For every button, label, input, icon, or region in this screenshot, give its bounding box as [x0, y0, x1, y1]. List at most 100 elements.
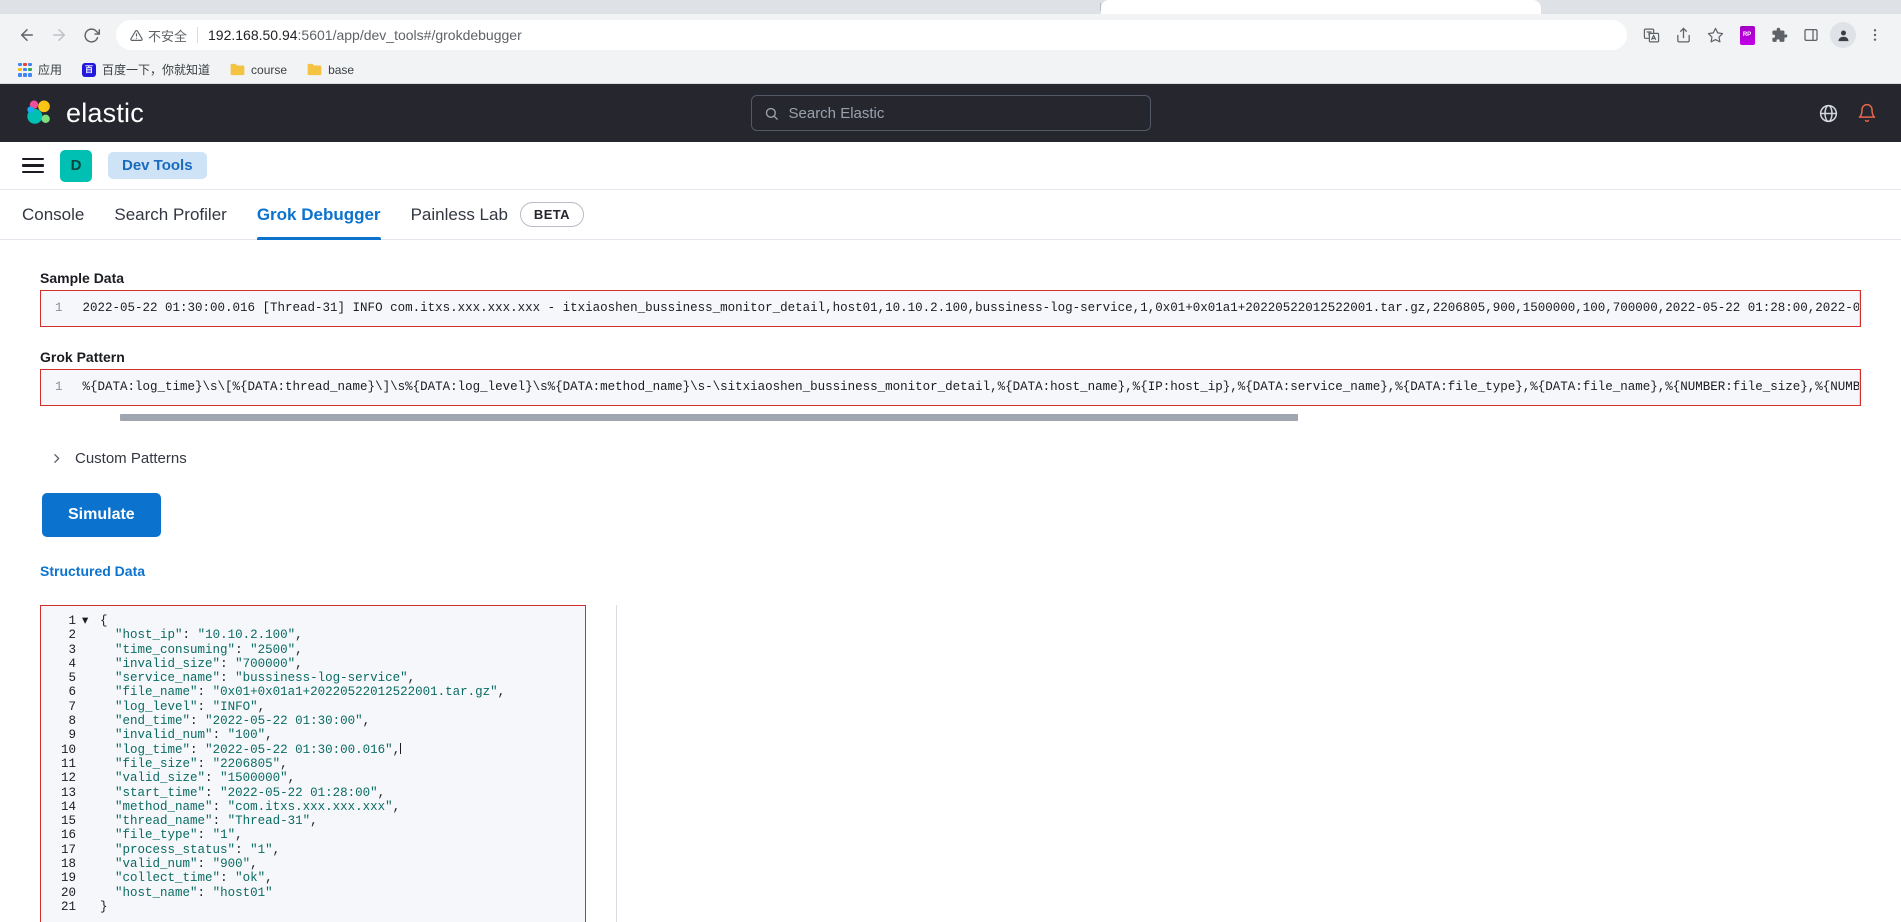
security-label: 不安全 — [148, 28, 188, 44]
json-line: "service_name": "bussiness-log-service", — [115, 671, 416, 686]
simulate-button[interactable]: Simulate — [42, 493, 161, 537]
grok-pattern-code-area[interactable]: %{DATA:log_time}\s\[%{DATA:thread_name}\… — [70, 370, 1860, 405]
bookmark-apps-label: 应用 — [38, 63, 63, 77]
json-line: "time_consuming": "2500", — [115, 642, 303, 657]
json-line: "valid_size": "1500000", — [115, 771, 296, 786]
json-line: "log_time": "2022-05-22 01:30:00.016", — [115, 742, 402, 757]
global-search-bar[interactable]: Search Elastic — [750, 95, 1151, 131]
forward-button[interactable] — [44, 20, 74, 50]
structured-data-editor[interactable]: 1 2 3 4 5 6 7 8 9 10 11 12 13 14 15 16 17 18 19 20 21 ▾ { "h… — [40, 605, 586, 922]
structured-data-json[interactable]: { "host_ip": "10.10.2.100", "time_consum… — [96, 606, 585, 922]
sample-data-value: 2022-05-22 01:30:00.016 [Thread-31] INFO… — [82, 301, 1860, 315]
line-number: 18 — [61, 857, 77, 872]
tab-inactive-left[interactable] — [0, 0, 1100, 14]
grok-pattern-value: %{DATA:log_time}\s\[%{DATA:thread_name}\… — [82, 380, 1860, 394]
folder-icon — [307, 63, 322, 76]
bookmark-base[interactable]: base — [299, 60, 362, 80]
folder-icon — [230, 63, 245, 76]
browser-chrome: 不安全 192.168.50.94:5601/app/dev_tools#/gr… — [0, 0, 1901, 84]
line-number: 19 — [61, 871, 77, 886]
tab-search-profiler[interactable]: Search Profiler — [114, 190, 226, 240]
space-badge[interactable]: D — [60, 149, 92, 182]
sample-data-editor[interactable]: 1 2022-05-22 01:30:00.016 [Thread-31] IN… — [40, 290, 1861, 327]
json-line: "invalid_num": "100", — [115, 728, 273, 743]
tab-active[interactable] — [1101, 0, 1541, 14]
json-line: { — [100, 614, 108, 628]
tab-grok-debugger[interactable]: Grok Debugger — [256, 190, 381, 240]
tab-inactive-right[interactable] — [1541, 0, 1861, 14]
json-line: "host_ip": "10.10.2.100", — [115, 628, 303, 643]
grok-pattern-hscrollbar[interactable] — [40, 406, 1861, 428]
url-path: /app/dev_tools#/grokdebugger — [332, 27, 522, 43]
help-globe-icon[interactable] — [1818, 103, 1839, 124]
structured-data-section: Structured Data 1 2 3 4 5 6 7 8 9 10 11 12 13 14 15 16 1… — [40, 563, 1861, 922]
chevron-right-icon — [50, 452, 63, 465]
structured-data-output-wrap: 1 2 3 4 5 6 7 8 9 10 11 12 13 14 15 16 17 18 19 20 21 ▾ { "h… — [40, 605, 1861, 922]
bookmarks-bar: 应用 百 百度一下，你就知道 course base — [0, 56, 1901, 84]
brand-name: elastic — [66, 97, 144, 128]
fold-toggle-icon[interactable]: ▾ — [82, 614, 96, 628]
extension-rp-icon[interactable]: RP — [1733, 21, 1761, 49]
grok-pattern-editor[interactable]: 1 %{DATA:log_time}\s\[%{DATA:thread_name… — [40, 369, 1861, 406]
extension-rp-badge: RP — [1739, 25, 1755, 45]
json-line: "file_size": "2206805", — [115, 756, 288, 771]
line-number: 8 — [68, 714, 77, 729]
custom-patterns-accordion[interactable]: Custom Patterns — [50, 450, 1861, 467]
search-icon — [765, 107, 778, 120]
elastic-brand[interactable]: elastic — [24, 98, 144, 129]
json-line: "file_name": "0x01+0x01a1+20220522012522… — [115, 685, 506, 700]
grok-pattern-scroll-thumb[interactable] — [120, 414, 1298, 421]
url-host: 192.168.50.94 — [208, 27, 298, 43]
line-number: 21 — [61, 899, 77, 914]
apps-grid-icon — [18, 62, 32, 77]
tab-console[interactable]: Console — [22, 190, 84, 240]
structured-data-label: Structured Data — [40, 563, 146, 579]
bookmark-baidu[interactable]: 百 百度一下，你就知道 — [74, 58, 218, 81]
address-bar[interactable]: 不安全 192.168.50.94:5601/app/dev_tools#/gr… — [116, 20, 1627, 50]
bookmark-course-label: course — [251, 62, 288, 77]
back-button[interactable] — [12, 20, 42, 50]
bookmark-star-icon[interactable] — [1701, 21, 1729, 49]
url-text: 192.168.50.94:5601/app/dev_tools#/grokde… — [208, 27, 522, 43]
alerts-icon[interactable] — [1857, 103, 1877, 123]
translate-icon[interactable] — [1637, 21, 1665, 49]
line-number: 20 — [61, 885, 77, 900]
header-right-icons — [1818, 103, 1877, 124]
bookmark-apps[interactable]: 应用 — [10, 58, 70, 81]
json-line: "start_time": "2022-05-22 01:28:00", — [115, 785, 386, 800]
puzzle-extensions-icon[interactable] — [1765, 21, 1793, 49]
sample-data-code-area[interactable]: 2022-05-22 01:30:00.016 [Thread-31] INFO… — [70, 291, 1860, 326]
line-number: 15 — [61, 814, 77, 829]
structured-data-fold-column[interactable]: ▾ — [82, 606, 96, 922]
hamburger-menu-icon[interactable] — [22, 157, 44, 174]
browser-toolbar: 不安全 192.168.50.94:5601/app/dev_tools#/gr… — [0, 14, 1901, 56]
bookmark-course[interactable]: course — [222, 60, 295, 80]
bookmark-base-label: base — [328, 62, 355, 77]
global-search-placeholder: Search Elastic — [788, 104, 885, 122]
breadcrumb[interactable]: Dev Tools — [108, 152, 207, 179]
profile-avatar-icon[interactable] — [1829, 21, 1857, 49]
security-indicator[interactable]: 不安全 — [130, 26, 187, 45]
grok-debugger-body: Sample Data 1 2022-05-22 01:30:00.016 [T… — [0, 240, 1901, 922]
text-cursor — [400, 742, 402, 754]
tab-painless-lab[interactable]: Painless Lab — [411, 190, 508, 240]
sample-data-label: Sample Data — [40, 270, 125, 286]
kibana-app: elastic Search Elastic D Dev Tools Conso… — [0, 84, 1901, 922]
json-line: "process_status": "1", — [115, 842, 281, 857]
beta-badge: BETA — [519, 202, 584, 227]
sidebar-panel-icon[interactable] — [1797, 21, 1825, 49]
share-icon[interactable] — [1669, 21, 1697, 49]
reload-button[interactable] — [76, 20, 106, 50]
chrome-menu-icon[interactable] — [1861, 21, 1889, 49]
grok-pattern-field: Grok Pattern 1 %{DATA:log_time}\s\[%{DAT… — [40, 349, 1861, 428]
